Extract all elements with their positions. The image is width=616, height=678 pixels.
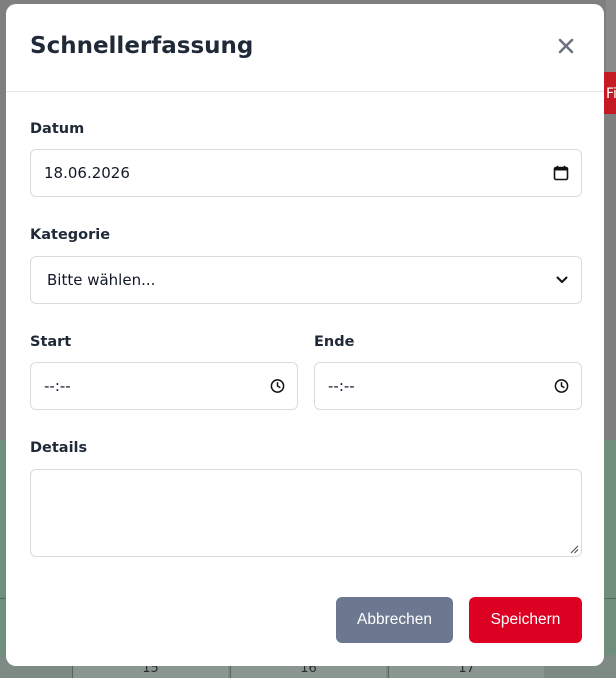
start-time-value: --:-- xyxy=(44,377,71,395)
quick-entry-modal: Schnellerfassung Datum 18.06.2026 Katego… xyxy=(6,4,604,666)
resize-handle-icon[interactable] xyxy=(569,544,579,554)
start-time-input[interactable]: --:-- xyxy=(30,362,298,410)
date-label: Datum xyxy=(30,121,85,137)
modal-header: Schnellerfassung xyxy=(6,4,604,92)
close-button[interactable] xyxy=(554,34,578,58)
category-selected-value: Bitte wählen... xyxy=(47,271,156,289)
clock-icon[interactable] xyxy=(554,379,569,394)
category-label: Kategorie xyxy=(30,227,111,243)
modal-title: Schnellerfassung xyxy=(30,33,254,59)
date-input[interactable]: 18.06.2026 xyxy=(30,149,582,197)
details-label: Details xyxy=(30,440,88,456)
end-time-value: --:-- xyxy=(328,377,355,395)
close-icon xyxy=(558,38,574,54)
chevron-down-icon xyxy=(555,273,569,287)
clock-icon[interactable] xyxy=(270,379,285,394)
background-panel xyxy=(606,0,616,72)
date-value: 18.06.2026 xyxy=(44,164,130,182)
details-textarea[interactable] xyxy=(30,469,582,557)
cancel-button[interactable]: Abbrechen xyxy=(336,597,453,643)
end-label: Ende xyxy=(314,334,355,350)
calendar-icon[interactable] xyxy=(553,165,569,181)
end-time-input[interactable]: --:-- xyxy=(314,362,582,410)
save-button[interactable]: Speichern xyxy=(469,597,582,643)
start-label: Start xyxy=(30,334,72,350)
category-select[interactable]: Bitte wählen... xyxy=(30,256,582,304)
